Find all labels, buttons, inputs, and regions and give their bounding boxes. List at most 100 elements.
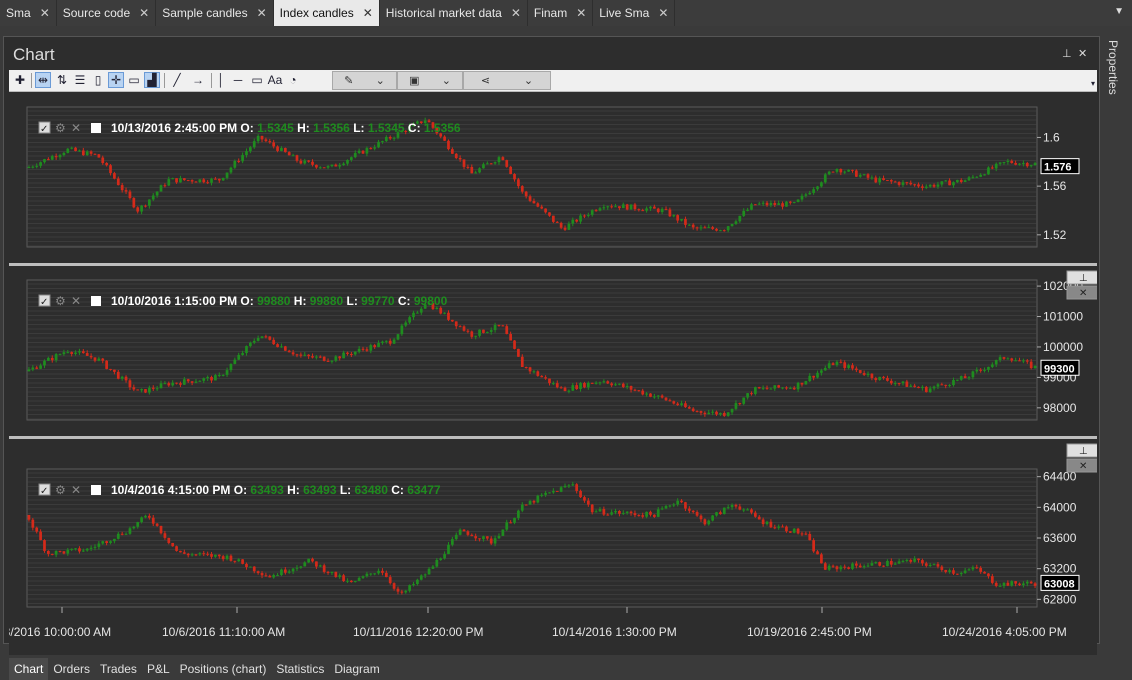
candle-body xyxy=(120,185,124,191)
close-icon[interactable]: ✕ xyxy=(658,6,668,20)
close-icon[interactable]: ✕ xyxy=(40,6,50,20)
close-icon[interactable]: ✕ xyxy=(257,6,267,20)
candle-body xyxy=(1014,581,1017,584)
close-icon[interactable]: ✕ xyxy=(363,6,373,20)
candle-body xyxy=(264,139,268,142)
horizontal-line-icon[interactable]: ─ xyxy=(230,72,246,88)
candle-body xyxy=(754,512,757,517)
pin-icon[interactable]: ⊥ xyxy=(1062,47,1072,60)
close-icon[interactable]: ✕ xyxy=(576,6,586,20)
pin-icon: ⊥ xyxy=(1079,273,1088,284)
candle-body xyxy=(656,208,660,213)
tab-overflow-icon[interactable]: ▼ xyxy=(1114,6,1124,17)
candle-body xyxy=(454,321,458,327)
link-icon[interactable]: ⇹ xyxy=(35,72,51,88)
close-icon[interactable]: ✕ xyxy=(1078,47,1087,60)
candle-body xyxy=(629,204,633,210)
candle-body xyxy=(1010,160,1014,164)
document-icon[interactable]: ▯ xyxy=(90,72,106,88)
candle-body xyxy=(159,185,163,192)
candle-body xyxy=(664,397,668,401)
tab-label: Historical market data xyxy=(385,6,502,20)
candle-body xyxy=(241,559,244,564)
arrow-icon[interactable]: → xyxy=(190,72,206,88)
candle-body xyxy=(827,363,831,368)
vertical-line-icon[interactable]: │ xyxy=(213,72,229,88)
candle-body xyxy=(847,169,850,172)
y-tick-label: 63200 xyxy=(1043,562,1077,576)
close-icon[interactable]: ✕ xyxy=(511,6,521,20)
candle-body xyxy=(653,514,656,517)
candle-body xyxy=(47,159,50,161)
draw-line-icon[interactable]: ╱ xyxy=(169,72,185,88)
tab-sample-candles[interactable]: Sample candles ✕ xyxy=(156,0,274,26)
candle-body xyxy=(726,507,730,509)
candle-body xyxy=(144,389,147,393)
toolbar-separator xyxy=(164,73,165,88)
candle-body xyxy=(792,202,796,204)
candle-body xyxy=(489,163,493,165)
candle-body xyxy=(932,386,936,389)
toolbar-overflow-icon[interactable]: ▾ xyxy=(1085,75,1101,91)
candle-body xyxy=(58,550,62,552)
chart-area[interactable]: 1.6 1.56 1.52 1.576 ✓ ⚙ ✕ 10/13/2016 2:45:00 PM… xyxy=(0,93,1101,655)
tab-diagram[interactable]: Diagram xyxy=(329,658,384,680)
chart-area-icon[interactable]: ▟ xyxy=(144,72,160,88)
candle-body xyxy=(614,206,617,208)
tab-sma[interactable]: Sma ✕ xyxy=(0,0,57,26)
save-dropdown[interactable]: ▣ ⌄ xyxy=(397,71,463,90)
candlestick-charts[interactable]: 1.6 1.56 1.52 1.576 ✓ ⚙ ✕ 10/13/2016 2:45:00 PM… xyxy=(0,93,1101,655)
candle-body xyxy=(649,206,652,209)
candle-body xyxy=(987,366,990,370)
candle-body xyxy=(186,180,190,182)
list-icon[interactable]: ☰ xyxy=(72,72,88,88)
candle-body xyxy=(909,559,913,562)
rectangle-icon[interactable]: ▭ xyxy=(249,72,265,88)
tab-statistics[interactable]: Statistics xyxy=(271,658,329,680)
tab-trades[interactable]: Trades xyxy=(95,658,142,680)
tab-positions-chart[interactable]: Positions (chart) xyxy=(175,658,272,680)
candle-body xyxy=(773,385,777,389)
tab-historical-market-data[interactable]: Historical market data ✕ xyxy=(380,0,528,26)
close-icon[interactable]: ✕ xyxy=(139,6,149,20)
cursor-icon[interactable]: ✛ xyxy=(108,72,124,88)
document-tab-bar: Sma ✕ Source code ✕ Sample candles ✕ Index … xyxy=(0,0,1132,26)
brush-dropdown[interactable]: ✎ ⌄ xyxy=(332,71,397,90)
text-icon[interactable]: Aa xyxy=(267,72,283,88)
share-dropdown[interactable]: ⋖ ⌄ xyxy=(463,71,551,90)
candle-body xyxy=(874,177,878,183)
crosshair-add-icon[interactable]: ✚ xyxy=(12,72,28,88)
candle-body xyxy=(151,517,155,524)
tab-orders[interactable]: Orders xyxy=(48,658,95,680)
candle-body xyxy=(338,575,342,577)
sort-icon[interactable]: ⇅ xyxy=(54,72,70,88)
tab-live-sma[interactable]: Live Sma ✕ xyxy=(593,0,676,26)
candle-body xyxy=(625,204,629,210)
candle-body xyxy=(182,178,186,181)
candle-body xyxy=(474,536,478,539)
comment-icon[interactable]: ▭ xyxy=(126,72,142,88)
candle-body xyxy=(225,370,229,375)
tab-source-code[interactable]: Source code ✕ xyxy=(57,0,157,26)
candle-body xyxy=(715,411,718,415)
candle-body xyxy=(470,331,474,337)
candle-body xyxy=(544,208,547,213)
tab-pnl[interactable]: P&L xyxy=(142,658,175,680)
candle-body xyxy=(524,504,528,506)
tab-chart[interactable]: Chart xyxy=(9,658,49,680)
candle-body xyxy=(217,178,221,181)
candle-body xyxy=(229,555,233,561)
candle-body xyxy=(280,148,283,151)
candle-body xyxy=(687,224,691,226)
candle-body xyxy=(583,497,586,501)
candle-body xyxy=(482,164,485,169)
properties-side-tab[interactable]: Properties xyxy=(1106,40,1120,95)
gauge-icon[interactable]: ◔ xyxy=(285,72,301,88)
legend-low-label: L: xyxy=(353,121,368,135)
legend-open-value: 63493 xyxy=(250,483,287,497)
tab-index-candles[interactable]: Index candles ✕ xyxy=(273,0,380,26)
candle-body xyxy=(342,163,345,166)
tab-finam[interactable]: Finam ✕ xyxy=(528,0,594,26)
candle-body xyxy=(182,552,186,554)
candle-body xyxy=(800,382,804,385)
